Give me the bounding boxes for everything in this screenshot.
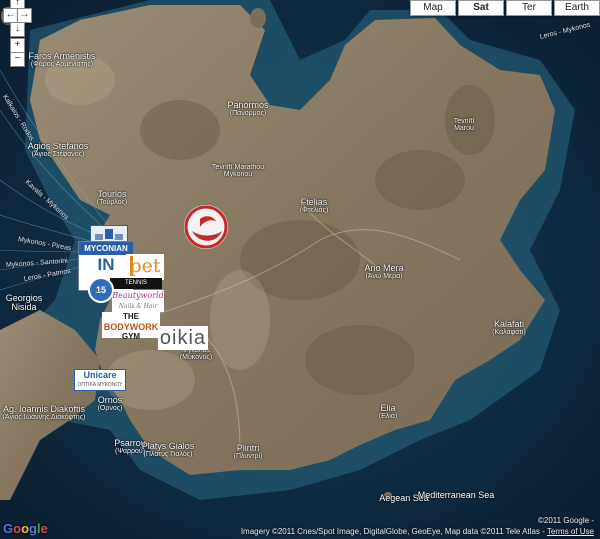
number-15-marker[interactable]: 15: [88, 277, 114, 303]
place-label: Ag. Ioannis Diakoftis (Άγιος Ιωάννης Δια…: [2, 404, 86, 422]
pan-right-icon[interactable]: →: [17, 8, 32, 23]
place-label: Agios Stefanos (Άγιος Στέφανος): [27, 141, 89, 159]
zoom-out-button[interactable]: −: [10, 52, 25, 67]
place-label: Tourlos (Τούρλος): [96, 189, 128, 207]
place-label: Faros Armenistis (Φάρος Αρμενιστής): [28, 51, 96, 69]
pet-bar-icon: [130, 256, 133, 276]
map-type-earth-button[interactable]: Earth: [554, 0, 600, 16]
pan-down-icon[interactable]: ↓: [10, 22, 25, 37]
satellite-map[interactable]: Map Sat Ter Earth ↑ ← → ↓ + − Faros Arme…: [0, 0, 600, 539]
google-logo[interactable]: Google: [3, 521, 48, 536]
building-icon: [95, 229, 123, 240]
beautyworld-marker[interactable]: Beautyworld Nails & Hair: [112, 290, 164, 312]
map-attribution: ©2011 Google - Imagery ©2011 Cnes/Spot I…: [240, 516, 594, 536]
place-label: Elia (Ελιά): [378, 403, 398, 421]
tennis-academy-marker[interactable]: TENNIS ACADEMY: [110, 278, 162, 297]
map-type-ter-button[interactable]: Ter: [506, 0, 552, 16]
pet-shop-marker[interactable]: pet: [126, 254, 164, 280]
map-type-bar: Map Sat Ter Earth: [410, 0, 600, 16]
map-type-sat-button[interactable]: Sat: [458, 0, 504, 16]
crescent-logo-icon: [184, 205, 228, 249]
zoom-in-button[interactable]: +: [10, 38, 25, 53]
unicare-marker[interactable]: Unicare ΟΠΤΙΚΑ ΜΥΚΟΝΟΥ: [74, 369, 126, 391]
place-label: Tevnītī Marathou Mykonou: [211, 164, 265, 179]
place-label: Kalafati (Καλαφάτι): [492, 319, 526, 337]
place-label: Platys Gialos (Πλατύς Γιαλός): [141, 441, 195, 459]
map-type-map-button[interactable]: Map: [410, 0, 456, 16]
sea-label: Mediterranean Sea: [417, 490, 495, 500]
place-label: Ftelias (Φτελιάς): [299, 197, 329, 215]
terms-of-use-link[interactable]: Terms of Use: [547, 527, 594, 536]
place-label: Georgios Nisida: [5, 293, 43, 313]
red-logo-marker[interactable]: [182, 203, 230, 251]
pan-left-icon[interactable]: ←: [3, 8, 18, 23]
place-label: Tevnītī Marou: [453, 118, 475, 133]
place-label: Ornos (Ορνος): [97, 395, 123, 413]
place-label: Panormos (Πάνορμος): [227, 100, 269, 118]
place-label: Ano Mera (Άνω Μερά): [364, 263, 404, 281]
bodywork-gym-marker[interactable]: THE BODYWORK GYM: [102, 312, 160, 341]
place-label: Plintri (Πλυντρί): [233, 443, 263, 461]
oikia-marker[interactable]: oikia: [158, 326, 208, 350]
